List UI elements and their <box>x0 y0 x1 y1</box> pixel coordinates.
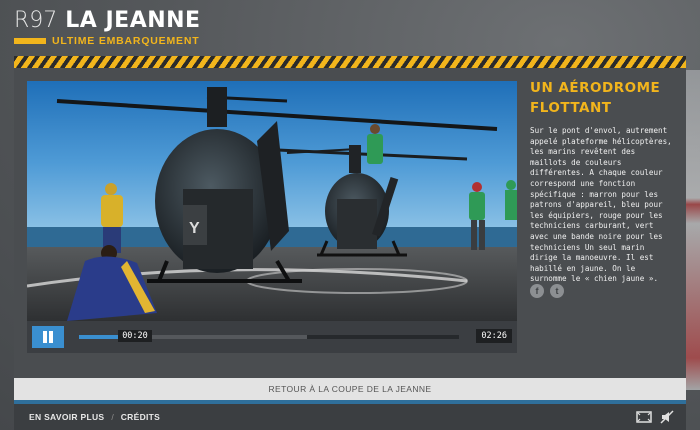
logo-title: LA JEANNE <box>65 8 201 33</box>
twitter-icon[interactable]: t <box>550 284 564 298</box>
info-title-line2: FLOTTANT <box>530 100 612 116</box>
hazard-stripe-divider <box>14 56 686 68</box>
player-controls: 00:20 02:26 <box>27 321 517 353</box>
site-subtitle: ULTIME EMBARQUEMENT <box>52 35 200 47</box>
info-title: UN AÉRODROME FLOTTANT <box>530 78 676 118</box>
sound-muted-icon[interactable] <box>660 410 674 424</box>
logo-code: R97 <box>14 8 58 33</box>
credits-link[interactable]: CRÉDITS <box>121 412 160 422</box>
seek-bar[interactable]: 00:20 <box>79 330 459 342</box>
learn-more-link[interactable]: EN SAVOIR PLUS <box>29 412 104 422</box>
return-label: RETOUR À LA COUPE DE LA JEANNE <box>268 384 432 394</box>
info-body: Sur le pont d'envol, autrement appelé pl… <box>530 126 672 284</box>
info-panel: UN AÉRODROME FLOTTANT Sur le pont d'envo… <box>530 78 676 285</box>
fullscreen-icon[interactable] <box>636 411 652 423</box>
site-logo[interactable]: R97 LA JEANNE <box>14 8 201 33</box>
footer-separator: / <box>111 412 114 422</box>
footer-bar: EN SAVOIR PLUS / CRÉDITS <box>14 404 686 430</box>
site-header: R97 LA JEANNE ULTIME EMBARQUEMENT <box>14 8 201 47</box>
current-time-label: 00:20 <box>118 330 152 342</box>
info-title-line1: UN AÉRODROME <box>530 80 661 96</box>
video-frame[interactable]: Y <box>27 81 517 321</box>
return-button[interactable]: RETOUR À LA COUPE DE LA JEANNE <box>14 378 686 400</box>
aircraft-marking: Y <box>189 220 200 237</box>
video-player[interactable]: Y 00:20 02:26 <box>27 81 517 353</box>
play-pause-button[interactable] <box>32 326 64 348</box>
facebook-icon[interactable]: f <box>530 284 544 298</box>
subtitle-accent-bar <box>14 38 46 44</box>
social-share: f t <box>530 284 564 298</box>
total-time-label: 02:26 <box>476 329 512 343</box>
subtitle-row: ULTIME EMBARQUEMENT <box>14 35 201 47</box>
